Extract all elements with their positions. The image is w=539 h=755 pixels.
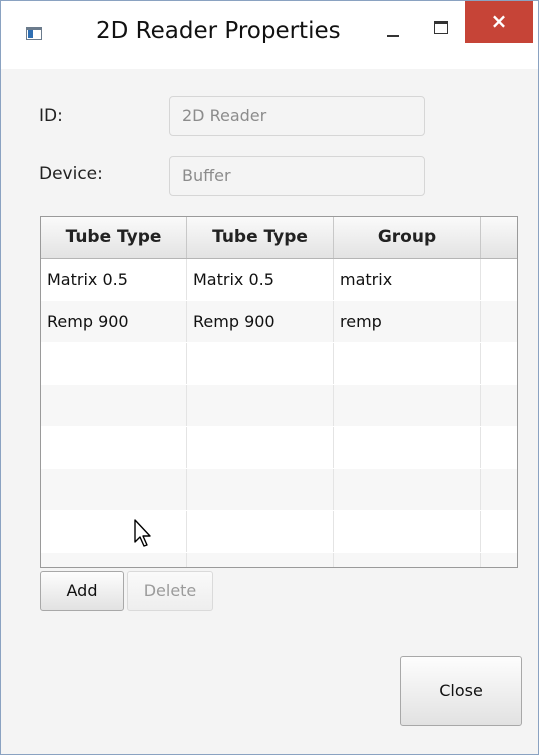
column-header-group[interactable]: Group (334, 217, 481, 258)
id-field[interactable]: 2D Reader (169, 96, 425, 136)
empty-table-row (41, 511, 517, 552)
column-header-tube-type-2[interactable]: Tube Type (187, 217, 334, 258)
window-close-button[interactable]: × (465, 1, 533, 43)
device-label: Device: (39, 164, 103, 184)
minimize-button[interactable] (376, 1, 420, 45)
empty-table-row (41, 469, 517, 510)
table-header: Tube Type Tube Type Group (41, 217, 517, 259)
table-cell[interactable]: matrix (334, 259, 481, 300)
table-cell[interactable]: Remp 900 (41, 301, 187, 342)
delete-button[interactable]: Delete (127, 571, 213, 611)
device-field[interactable]: Buffer (169, 156, 425, 196)
table-cell[interactable]: Remp 900 (187, 301, 334, 342)
close-icon: × (490, 9, 508, 33)
properties-dialog: 2D Reader Properties × ID: 2D Reader Dev… (0, 0, 539, 755)
empty-table-row (41, 427, 517, 468)
empty-table-row (41, 385, 517, 426)
mouse-pointer-icon (134, 519, 151, 547)
table-cell[interactable]: Matrix 0.5 (41, 259, 187, 300)
column-header-tube-type-1[interactable]: Tube Type (41, 217, 187, 258)
window-title: 2D Reader Properties (96, 18, 341, 44)
empty-table-row (41, 553, 517, 567)
column-header-filler (481, 217, 517, 258)
id-label: ID: (39, 106, 63, 126)
maximize-button[interactable] (422, 1, 462, 45)
table-cell[interactable]: remp (334, 301, 481, 342)
add-button[interactable]: Add (40, 571, 124, 611)
empty-table-row (41, 343, 517, 384)
close-button[interactable]: Close (400, 656, 522, 726)
title-bar[interactable]: 2D Reader Properties × (1, 1, 538, 69)
table-row[interactable]: Remp 900 Remp 900 remp (41, 301, 517, 342)
table-row[interactable]: Matrix 0.5 Matrix 0.5 matrix (41, 259, 517, 300)
app-window-icon (26, 27, 42, 40)
tube-type-table[interactable]: Tube Type Tube Type Group Matrix 0.5 Mat… (40, 216, 518, 568)
table-cell[interactable]: Matrix 0.5 (187, 259, 334, 300)
